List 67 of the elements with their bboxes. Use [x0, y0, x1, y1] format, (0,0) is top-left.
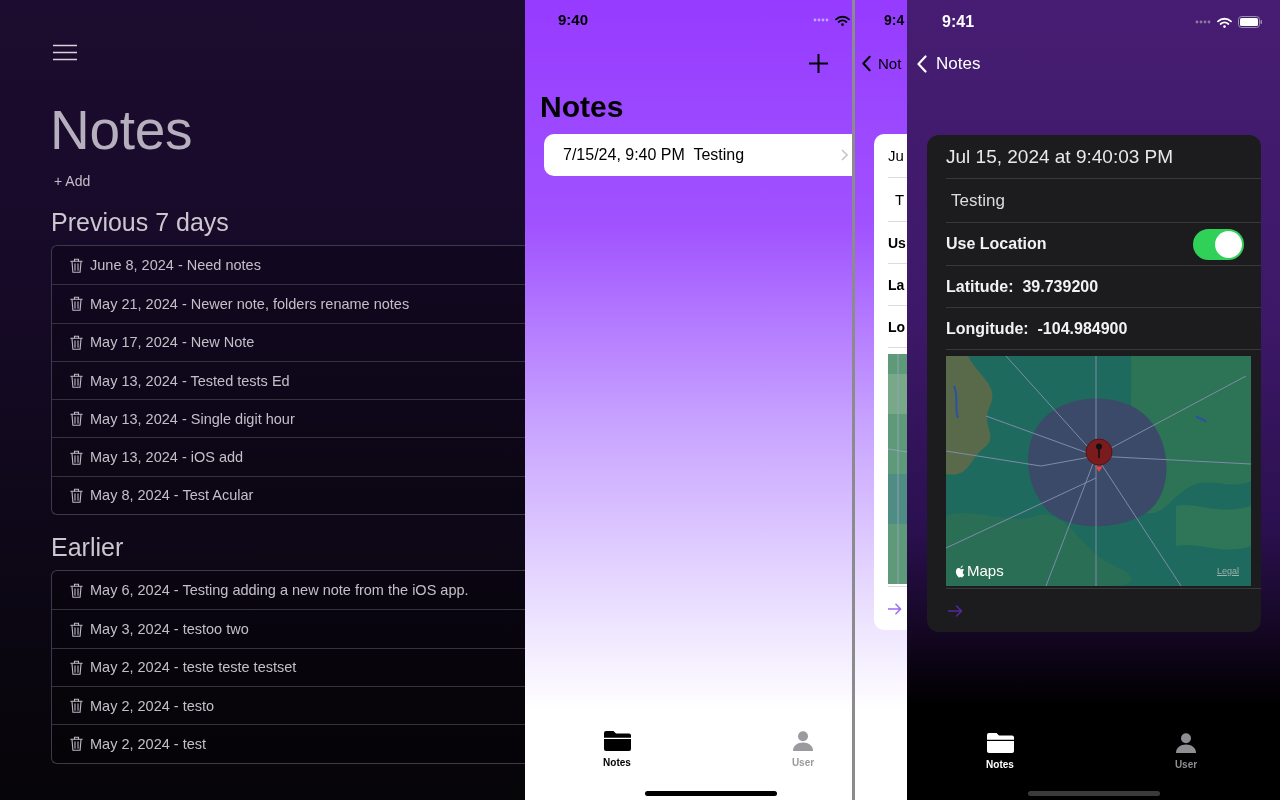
note-link[interactable]: May 2, 2024 - teste teste testset — [90, 658, 297, 677]
section-heading: Earlier — [51, 532, 125, 563]
person-icon — [1176, 733, 1196, 753]
note-link[interactable]: May 2, 2024 - test — [90, 734, 207, 753]
chevron-left-icon — [917, 55, 927, 73]
add-icon[interactable] — [809, 53, 828, 73]
menu-icon[interactable] — [53, 44, 77, 61]
detail-text: Us — [888, 234, 906, 251]
person-icon — [793, 731, 813, 751]
cellular-signal-icon — [1195, 20, 1211, 24]
folder-icon — [986, 733, 1014, 753]
detail-text: La — [888, 276, 905, 293]
note-row[interactable]: 7/15/24, 9:40 PM Testing — [544, 134, 852, 176]
chevron-right-icon — [841, 149, 848, 161]
tab-button[interactable]: Notes — [572, 731, 662, 769]
trash-icon[interactable] — [70, 373, 83, 389]
cellular-signal-icon — [813, 18, 829, 22]
status-time: 9:41 — [942, 13, 975, 31]
trash-icon[interactable] — [70, 621, 83, 637]
trash-icon[interactable] — [70, 487, 83, 503]
arrow-right-icon[interactable] — [888, 602, 902, 615]
tab-button[interactable]: Notes — [955, 733, 1045, 771]
note-link[interactable]: May 2, 2024 - testo — [90, 696, 215, 715]
apple-icon — [955, 565, 966, 578]
trash-icon[interactable] — [70, 257, 83, 273]
status-time: 9:4 — [884, 11, 905, 29]
folder-icon — [603, 731, 631, 751]
detail-text: Latitude: 39.739200 — [946, 277, 1099, 296]
note-link[interactable]: May 17, 2024 - New Note — [90, 333, 255, 352]
add-link[interactable]: + Add — [54, 172, 91, 190]
trash-icon[interactable] — [70, 449, 83, 465]
status-time: 9:40 — [558, 11, 589, 29]
trash-icon[interactable] — [70, 698, 83, 714]
date-text: Jul 15, 2024 at 9:40:03 PM — [946, 145, 1174, 168]
note-link[interactable]: May 6, 2024 - Testing adding a new note from the iOS app. — [90, 581, 469, 600]
back-button[interactable]: Notes — [917, 54, 981, 74]
trash-icon[interactable] — [70, 296, 83, 312]
battery-icon — [1238, 16, 1262, 28]
title-field[interactable]: T — [888, 191, 905, 208]
trash-icon[interactable] — [70, 736, 83, 752]
note-link[interactable]: May 21, 2024 - Newer note, folders rename notes — [90, 294, 410, 313]
page-title: Notes — [50, 98, 194, 162]
page-title: Notes — [540, 89, 625, 125]
detail-text: Lo — [888, 318, 906, 335]
trash-icon[interactable] — [70, 582, 83, 598]
wifi-icon — [1217, 16, 1232, 28]
note-link[interactable]: May 3, 2024 - testoo two — [90, 620, 249, 638]
title-field[interactable]: Testing — [946, 190, 1261, 211]
back-button[interactable]: Not — [862, 54, 902, 72]
trash-icon[interactable] — [70, 334, 83, 350]
detail-text: Longitude: -104.984900 — [946, 319, 1128, 338]
location-toggle[interactable] — [1193, 228, 1244, 260]
note-link[interactable]: May 8, 2024 - Test Acular — [90, 486, 254, 505]
trash-icon[interactable] — [70, 411, 83, 427]
section-heading: Previous 7 days — [51, 207, 230, 237]
toggle-label: Use Location — [946, 235, 1047, 253]
trash-icon[interactable] — [70, 659, 83, 675]
note-link[interactable]: May 13, 2024 - Tested tests Ed — [90, 371, 290, 390]
note-link[interactable]: May 13, 2024 - iOS add — [90, 448, 244, 467]
tab-button[interactable]: User — [1141, 733, 1231, 771]
wifi-icon — [835, 14, 850, 26]
map-pin-icon — [1085, 438, 1113, 472]
chevron-left-icon — [862, 54, 871, 72]
map-attribution: Maps — [967, 563, 1004, 578]
note-link[interactable]: June 8, 2024 - Need notes — [90, 256, 261, 275]
date-text: Ju — [888, 147, 904, 164]
note-link[interactable]: May 13, 2024 - Single digit hour — [90, 409, 295, 428]
